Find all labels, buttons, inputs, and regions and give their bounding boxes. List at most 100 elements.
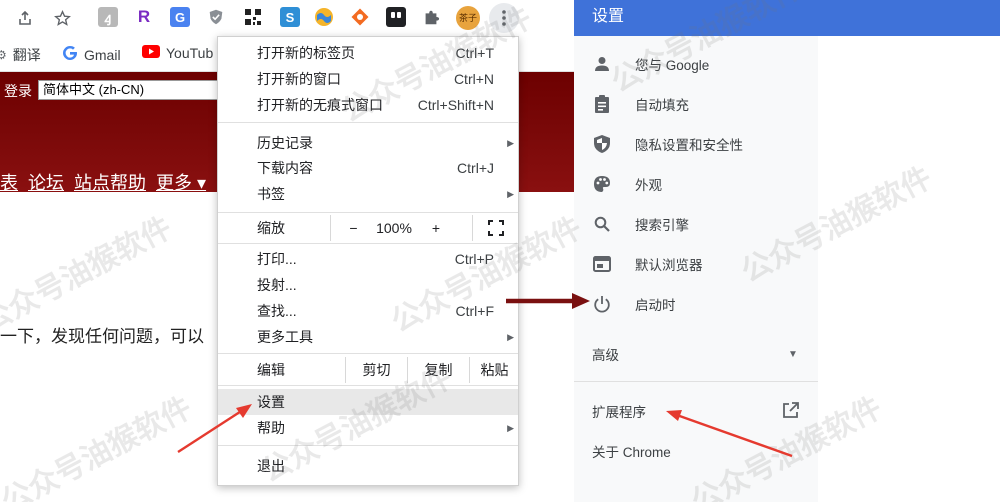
menu-item-label: 退出 [257, 458, 285, 474]
menu-cast[interactable]: 投射... [218, 272, 518, 298]
bookmark-label: Gmail [84, 46, 121, 63]
hash-extension-icon[interactable]: ꜭ [98, 7, 118, 27]
menu-new-tab[interactable]: 打开新的标签页 Ctrl+T [218, 40, 518, 66]
qr-extension-icon[interactable] [243, 7, 263, 27]
menu-exit[interactable]: 退出 [218, 453, 518, 479]
globe-extension-icon[interactable] [314, 7, 334, 27]
watermark-text: 公众号油猴软件 [0, 390, 198, 502]
menu-shortcut: Ctrl+Shift+N [417, 97, 494, 113]
menu-bookmarks[interactable]: 书签 ▶ [218, 181, 518, 207]
menu-help[interactable]: 帮助 ▶ [218, 415, 518, 441]
menu-divider [218, 212, 518, 213]
menu-new-incognito-window[interactable]: 打开新的无痕式窗口 Ctrl+Shift+N [218, 92, 518, 118]
menu-shortcut: Ctrl+T [455, 45, 495, 61]
puzzle-extensions-icon[interactable] [421, 7, 441, 27]
menu-print[interactable]: 打印... Ctrl+P [218, 246, 518, 272]
menu-divider [218, 385, 518, 386]
menu-item-label: 更多工具 [257, 329, 313, 345]
bookmark-label: YouTub [166, 45, 214, 61]
menu-edit-row: 编辑 剪切 复制 粘贴 [218, 357, 518, 383]
menu-divider [218, 243, 518, 244]
menu-more-tools[interactable]: 更多工具 ▶ [218, 324, 518, 350]
menu-zoom-row: 缩放 − 100% + [218, 215, 518, 241]
sidebar-item-autofill[interactable]: 自动填充 [574, 84, 818, 124]
star-icon[interactable] [51, 7, 73, 29]
sidebar-item-search-engine[interactable]: 搜索引擎 [574, 204, 818, 244]
bookmark-gmail[interactable]: Gmail [62, 45, 121, 64]
menu-item-label: 缩放 [257, 220, 285, 236]
nav-link-more[interactable]: 更多 ▾ [156, 169, 206, 195]
zoom-out-button[interactable]: − [330, 215, 376, 241]
menu-item-label: 编辑 [257, 362, 285, 378]
menu-shortcut: Ctrl+P [454, 251, 494, 267]
menu-shortcut: Ctrl+N [453, 71, 494, 87]
paste-button[interactable]: 粘贴 [469, 357, 519, 383]
google-g-icon [62, 45, 78, 64]
sidebar-item-on-startup[interactable]: 启动时 [574, 284, 818, 324]
menu-item-label: 下载内容 [257, 160, 313, 176]
settings-page: 设置 您与 Google 自动填充 隐私设置和安全性 外观 搜索引擎 默认浏览器… [574, 0, 1000, 502]
person-icon [592, 54, 612, 74]
ghost-extension-icon[interactable] [386, 7, 406, 27]
chrome-main-menu: 打开新的标签页 Ctrl+T 打开新的窗口 Ctrl+N 打开新的无痕式窗口 C… [217, 36, 519, 486]
watermark-text: 公众号油猴软件 [0, 210, 178, 340]
s-extension-icon[interactable]: S [280, 7, 300, 27]
settings-sidebar: 您与 Google 自动填充 隐私设置和安全性 外观 搜索引擎 默认浏览器 启动… [574, 36, 818, 502]
sidebar-item-about-chrome[interactable]: 关于 Chrome [574, 431, 818, 471]
sidebar-item-label: 您与 Google [635, 58, 710, 73]
browser-window-icon [592, 254, 612, 274]
menu-shortcut: Ctrl+J [457, 160, 494, 176]
nav-link-table[interactable]: 表 [0, 169, 18, 195]
menu-new-window[interactable]: 打开新的窗口 Ctrl+N [218, 66, 518, 92]
login-link[interactable]: 登录 [4, 81, 32, 101]
submenu-arrow-icon: ▶ [507, 331, 514, 342]
settings-header: 设置 [574, 0, 1000, 36]
menu-item-label: 投射... [257, 277, 297, 293]
r-extension-icon[interactable]: R [134, 7, 154, 27]
menu-find[interactable]: 查找... Ctrl+F [218, 298, 518, 324]
menu-shortcut: Ctrl+F [455, 303, 495, 319]
search-icon [592, 214, 612, 234]
chevron-down-icon: ▼ [788, 348, 798, 360]
youtube-icon [142, 45, 160, 61]
sidebar-item-appearance[interactable]: 外观 [574, 164, 818, 204]
shield-extension-icon[interactable] [206, 7, 226, 27]
translate-extension-icon[interactable]: G [170, 7, 190, 27]
profile-avatar[interactable]: 茶子 [456, 6, 480, 30]
submenu-arrow-icon: ▶ [507, 422, 514, 433]
menu-divider [218, 122, 518, 123]
copy-button[interactable]: 复制 [407, 357, 469, 383]
nav-link-forum[interactable]: 论坛 [28, 169, 64, 195]
palette-icon [592, 174, 612, 194]
sidebar-item-label: 启动时 [635, 298, 676, 313]
fullscreen-icon[interactable] [472, 215, 518, 241]
sidebar-item-label: 隐私设置和安全性 [635, 138, 743, 153]
browser-toolbar: ꜭ R G S 茶子 [0, 0, 574, 36]
menu-downloads[interactable]: 下载内容 Ctrl+J [218, 155, 518, 181]
menu-item-label: 历史记录 [257, 135, 313, 151]
sidebar-item-privacy[interactable]: 隐私设置和安全性 [574, 124, 818, 164]
menu-item-label: 打开新的窗口 [257, 71, 341, 87]
clipboard-icon [592, 94, 612, 114]
sidebar-item-label: 自动填充 [635, 98, 689, 113]
translate-bookmark-icon: ⚙ [0, 48, 7, 62]
sidebar-item-default-browser[interactable]: 默认浏览器 [574, 244, 818, 284]
cut-button[interactable]: 剪切 [345, 357, 407, 383]
diamond-extension-icon[interactable] [350, 7, 370, 27]
menu-history[interactable]: 历史记录 ▶ [218, 130, 518, 156]
menu-divider [218, 353, 518, 354]
bookmark-youtube[interactable]: YouTub [142, 45, 213, 61]
share-icon[interactable] [14, 7, 36, 29]
shield-icon [592, 134, 612, 154]
site-nav: 表 论坛 站点帮助 更多 ▾ [0, 169, 206, 195]
chrome-menu-button[interactable] [489, 3, 519, 33]
language-select[interactable]: 简体中文 (zh-CN) [38, 80, 238, 100]
bookmark-translate[interactable]: ⚙ 翻译 [0, 45, 41, 65]
sidebar-item-advanced[interactable]: 高级 ▼ [574, 334, 818, 374]
sidebar-item-you-and-google[interactable]: 您与 Google [574, 44, 818, 84]
nav-link-help[interactable]: 站点帮助 [74, 169, 146, 195]
sidebar-item-extensions[interactable]: 扩展程序 [574, 391, 818, 431]
menu-settings[interactable]: 设置 [218, 389, 518, 415]
zoom-in-button[interactable]: + [424, 215, 448, 241]
zoom-level: 100% [376, 220, 412, 236]
